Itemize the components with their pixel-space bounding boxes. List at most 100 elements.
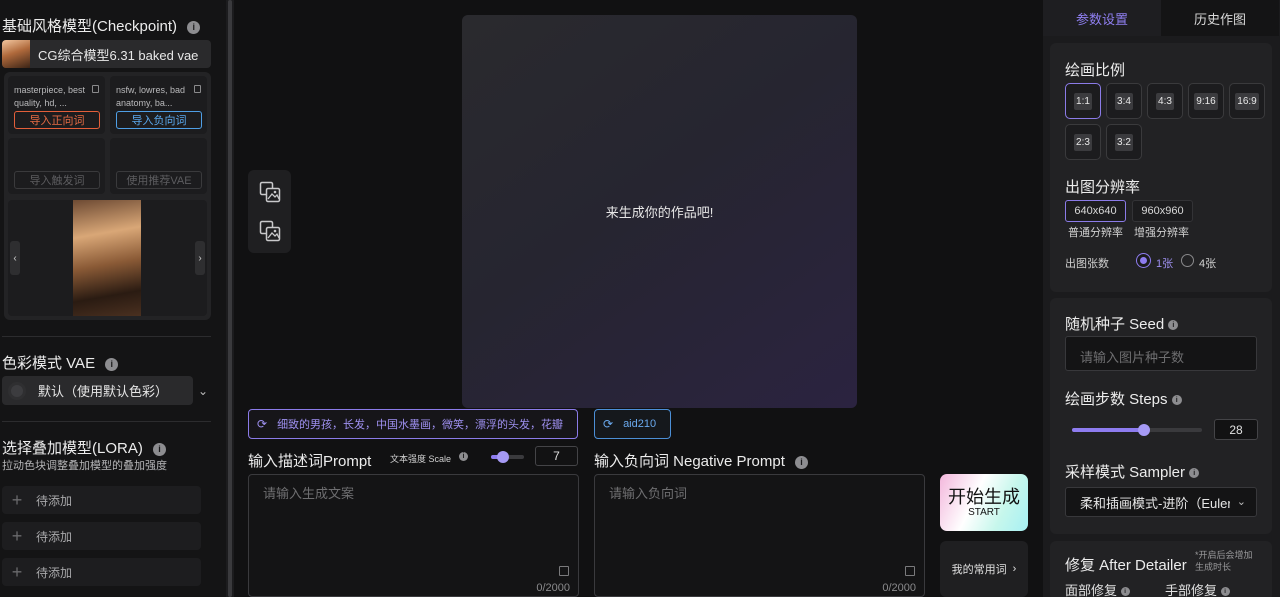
ratio-card: 绘画比例 1:1 3:4 4:3 9:16 16:9 2:3 3:2 出图分辨率… <box>1050 43 1272 292</box>
copy-icon[interactable] <box>92 85 99 93</box>
negative-preview-cell: nsfw, lowres, bad anatomy, ba... 导入负向词 <box>110 76 207 134</box>
negative-placeholder: 请输入负向词 <box>609 486 688 501</box>
prompt-suggestion-button[interactable]: ⟳ 细致的男孩，长发，中国水墨画，微笑，漂浮的头发，花瓣 <box>248 409 578 439</box>
steps-slider[interactable] <box>1072 424 1202 436</box>
lora-slot[interactable]: + 待添加 <box>2 558 201 586</box>
ratio-title: 绘画比例 <box>1065 62 1126 79</box>
face-fix-label: 面部修复 i <box>1065 580 1130 597</box>
sampler-select[interactable]: 柔和插画模式-进阶（Euler... ⌄ <box>1065 487 1257 517</box>
info-icon[interactable]: i <box>1189 468 1200 479</box>
vae-cell: 使用推荐VAE <box>110 138 207 194</box>
resolution-option-640[interactable]: 640x640 <box>1065 200 1126 222</box>
ratio-option-9-16[interactable]: 9:16 <box>1188 83 1224 119</box>
refresh-icon: ⟳ <box>257 417 268 431</box>
checkpoint-detail-grid: masterpiece, best quality, hd, ... 导入正向词… <box>4 72 211 320</box>
prompt-textarea[interactable]: 请输入生成文案 0/2000 <box>248 474 579 597</box>
tab-params[interactable]: 参数设置 <box>1043 0 1161 36</box>
right-panel: 参数设置 历史作图 绘画比例 1:1 3:4 4:3 9:16 16:9 2:3… <box>1043 0 1280 597</box>
hand-fix-label: 手部修复 i <box>1165 580 1230 597</box>
info-icon[interactable]: i <box>459 452 468 461</box>
vae-title: 色彩模式 VAE i <box>2 352 119 373</box>
lora-slot[interactable]: + 待添加 <box>2 522 201 550</box>
plus-icon: + <box>11 525 23 546</box>
checkpoint-name: CG综合模型6.31 baked vae <box>38 47 199 63</box>
scale-input[interactable]: 7 <box>535 446 578 466</box>
lora-title: 选择叠加模型(LORA) i <box>2 437 167 458</box>
resolution-title: 出图分辨率 <box>1065 179 1141 196</box>
seed-title: 随机种子 Seed i <box>1065 313 1179 334</box>
steps-title: 绘画步数 Steps i <box>1065 388 1182 409</box>
vae-color-icon <box>8 381 26 400</box>
ratio-option-2-3[interactable]: 2:3 <box>1065 124 1101 160</box>
resolution-label-normal: 普通分辨率 <box>1068 227 1123 239</box>
image-count-option-1: 1张 <box>1156 258 1174 270</box>
info-icon[interactable]: i <box>187 20 201 34</box>
canvas-preview: 来生成你的作品吧! <box>462 15 857 408</box>
import-trigger-button[interactable]: 导入触发词 <box>14 171 100 189</box>
ratio-option-3-2[interactable]: 3:2 <box>1106 124 1142 160</box>
checkpoint-preview-carousel: ‹ › <box>8 200 207 316</box>
left-panel: 基础风格模型(Checkpoint) i CG综合模型6.31 baked va… <box>0 0 226 597</box>
info-icon[interactable]: i <box>1171 395 1182 406</box>
resolution-label-enhanced: 增强分辨率 <box>1134 227 1189 239</box>
copy-icon[interactable] <box>194 85 201 93</box>
scale-slider[interactable] <box>491 451 524 463</box>
left-scrollbar[interactable] <box>226 0 234 597</box>
image-tools <box>248 170 291 253</box>
negative-suggestion-button[interactable]: ⟳ aid210 <box>594 409 671 439</box>
image-count-option-4: 4张 <box>1199 258 1217 270</box>
checkpoint-thumbnail <box>2 40 30 68</box>
scale-slider-knob[interactable] <box>497 451 509 463</box>
steps-input[interactable]: 28 <box>1214 419 1258 440</box>
plus-icon: + <box>11 561 23 582</box>
divider <box>2 421 211 422</box>
negative-title: 输入负向词 Negative Prompt i <box>594 450 809 471</box>
info-icon[interactable]: i <box>795 455 809 469</box>
seed-input[interactable]: 请输入图片种子数 <box>1065 336 1257 371</box>
negative-char-count: 0/2000 <box>882 582 916 594</box>
steps-slider-fill <box>1072 428 1144 432</box>
tab-history[interactable]: 历史作图 <box>1161 0 1279 36</box>
ratio-option-4-3[interactable]: 4:3 <box>1147 83 1183 119</box>
after-detailer-title: 修复 After Detailer <box>1065 557 1187 574</box>
sampler-title: 采样模式 Sampler i <box>1065 461 1200 482</box>
generation-settings-card: 随机种子 Seed i 请输入图片种子数 绘画步数 Steps i 28 采样模… <box>1050 298 1272 534</box>
resolution-option-960[interactable]: 960x960 <box>1132 200 1193 222</box>
image-count-radio-1[interactable] <box>1137 254 1150 267</box>
info-icon[interactable]: i <box>1120 587 1130 597</box>
ratio-option-3-4[interactable]: 3:4 <box>1106 83 1142 119</box>
info-icon[interactable]: i <box>1168 320 1179 331</box>
sampler-selected: 柔和插画模式-进阶（Euler... <box>1080 495 1230 511</box>
trigger-cell: 导入触发词 <box>8 138 105 194</box>
import-positive-button[interactable]: 导入正向词 <box>14 111 100 129</box>
steps-slider-knob[interactable] <box>1138 424 1150 436</box>
seed-placeholder: 请输入图片种子数 <box>1080 350 1185 365</box>
ratio-option-16-9[interactable]: 16:9 <box>1229 83 1265 119</box>
info-icon[interactable]: i <box>153 442 167 456</box>
negative-textarea[interactable]: 请输入负向词 0/2000 <box>594 474 925 597</box>
image-count-radio-4[interactable] <box>1181 254 1194 267</box>
prompt-char-count: 0/2000 <box>536 582 570 594</box>
start-generate-button[interactable]: 开始生成 START <box>940 474 1028 531</box>
negative-preview-text: nsfw, lowres, bad anatomy, ba... <box>116 85 186 108</box>
ratio-option-1-1[interactable]: 1:1 <box>1065 83 1101 119</box>
after-detailer-card: 修复 After Detailer *开启后会增加生成时长 面部修复 i 手部修… <box>1050 541 1272 597</box>
chevron-down-icon[interactable]: ⌄ <box>198 384 208 398</box>
info-icon[interactable]: i <box>105 357 119 371</box>
import-negative-button[interactable]: 导入负向词 <box>116 111 202 129</box>
checkpoint-preview-image <box>73 200 141 316</box>
use-recommended-vae-button[interactable]: 使用推荐VAE <box>116 171 202 189</box>
save-icon[interactable] <box>905 566 915 576</box>
image-to-image-icon[interactable] <box>259 181 281 203</box>
vae-select[interactable]: 默认（使用默认色彩） <box>2 376 193 405</box>
lora-slot[interactable]: + 待添加 <box>2 486 201 514</box>
image-variation-icon[interactable] <box>259 220 281 242</box>
save-icon[interactable] <box>559 566 569 576</box>
lora-subtitle: 拉动色块调整叠加模型的叠加强度 <box>2 460 167 472</box>
chevron-right-icon[interactable]: › <box>195 241 205 275</box>
favorite-words-button[interactable]: 我的常用词 › <box>940 541 1028 597</box>
info-icon[interactable]: i <box>1220 587 1230 597</box>
checkpoint-select[interactable]: CG综合模型6.31 baked vae <box>2 40 211 68</box>
plus-icon: + <box>11 489 23 510</box>
chevron-left-icon[interactable]: ‹ <box>10 241 20 275</box>
